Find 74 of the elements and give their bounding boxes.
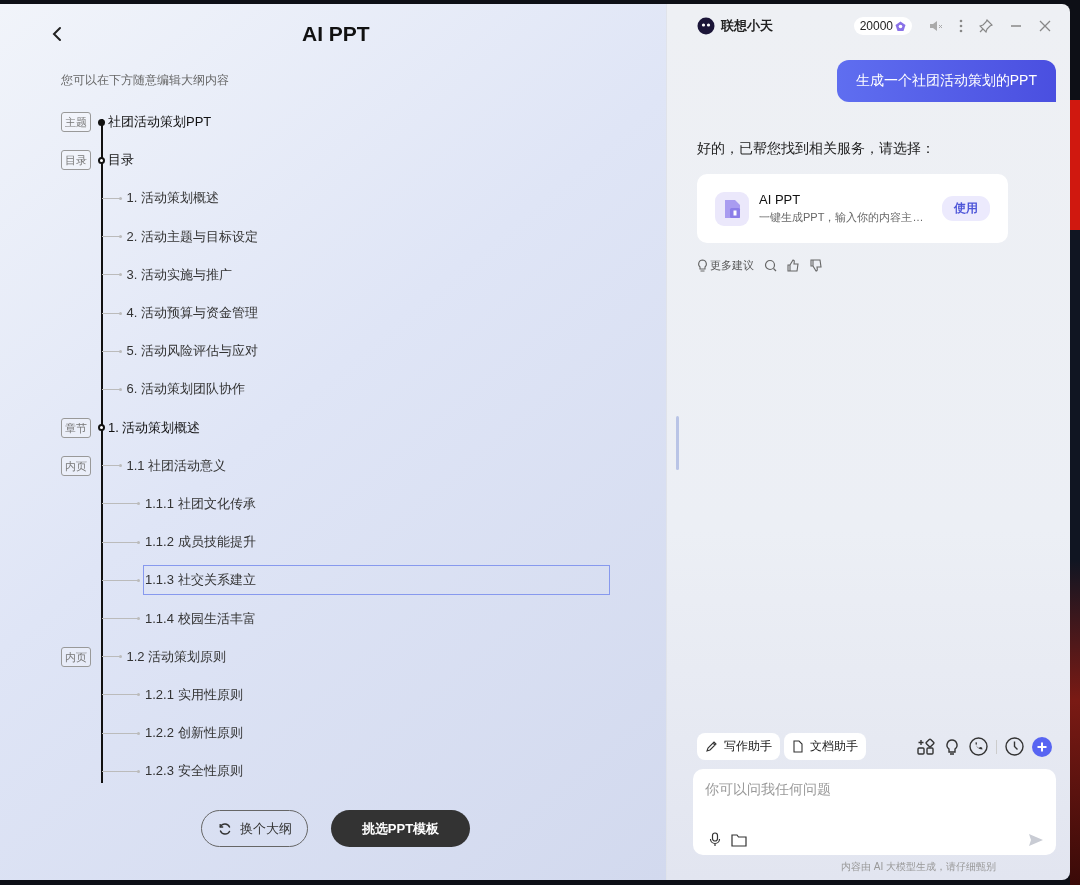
node-type-tag: 内页: [61, 646, 91, 667]
outline-item[interactable]: 4. 活动预算与资金管理: [124, 298, 260, 329]
user-message: 生成一个社团活动策划的PPT: [836, 60, 1056, 102]
outline-item[interactable]: 社团活动策划PPT: [106, 107, 214, 138]
branch-connector: [102, 618, 139, 620]
service-description: 一键生成PPT，输入你的内容主…: [759, 210, 925, 225]
lightbulb-icon: [697, 259, 708, 272]
more-icon[interactable]: [959, 19, 963, 33]
service-title: AI PPT: [759, 192, 802, 207]
choose-template-button[interactable]: 挑选PPT模板: [331, 810, 470, 848]
branch-connector: [102, 770, 139, 772]
branch-connector: [102, 732, 139, 734]
new-chat-icon[interactable]: [1032, 736, 1052, 757]
outline-item[interactable]: 1. 活动策划概述: [124, 183, 221, 214]
branch-connector: [102, 579, 139, 581]
outline-item[interactable]: 1.1.1 社团文化传承: [143, 488, 258, 519]
node-type-tag: 章节: [61, 417, 91, 438]
page-title: AI PPT: [302, 22, 370, 46]
search-icon[interactable]: [764, 259, 777, 272]
refresh-icon: [217, 821, 232, 836]
apps-icon[interactable]: [917, 737, 935, 756]
more-suggestions-button[interactable]: 更多建议: [697, 258, 754, 273]
credits-badge[interactable]: 20000: [853, 17, 912, 35]
outline-item[interactable]: 3. 活动实施与推广: [124, 259, 234, 290]
node-type-tag: 主题: [61, 112, 91, 133]
outline-item[interactable]: 1.1 社团活动意义: [124, 450, 229, 481]
panel-resize-handle[interactable]: [676, 416, 679, 470]
disclaimer-text: 内容由 AI 大模型生成，请仔细甄别: [840, 860, 997, 874]
thumbs-up-icon[interactable]: [787, 259, 800, 272]
node-type-tag: 目录: [61, 150, 91, 171]
branch-connector: [102, 388, 121, 390]
robot-logo-icon: [697, 17, 715, 35]
gem-icon: [895, 20, 906, 32]
branch-connector: [102, 541, 139, 543]
pin-icon[interactable]: [979, 19, 993, 33]
lightbulb-icon[interactable]: [943, 737, 961, 756]
outline-item[interactable]: 1.2.3 安全性原则: [143, 756, 245, 787]
outline-item[interactable]: 1. 活动策划概述: [106, 412, 203, 443]
branch-connector: [102, 312, 121, 314]
outline-item[interactable]: 1.2 活动策划原则: [124, 641, 229, 672]
branch-connector: [102, 197, 121, 199]
node-type-tag: 内页: [61, 455, 91, 476]
branch-connector: [102, 503, 139, 505]
ppt-file-icon: [715, 191, 749, 226]
outline-item[interactable]: 5. 活动风险评估与应对: [124, 336, 260, 367]
branch-connector: [102, 274, 121, 276]
outline-item[interactable]: 2. 活动主题与目标设定: [124, 221, 260, 252]
assistant-message: 好的，已帮您找到相关服务，请选择：: [697, 140, 936, 158]
outline-item[interactable]: 1.1.4 校园生活丰富: [143, 603, 258, 634]
assistant-tool-button[interactable]: 写作助手: [697, 733, 780, 760]
branch-connector: [102, 350, 121, 352]
chat-input-field[interactable]: 你可以问我任何问题: [705, 781, 1044, 797]
phone-icon[interactable]: [969, 737, 988, 756]
pen-icon: [705, 740, 718, 753]
microphone-icon[interactable]: [709, 832, 721, 847]
use-button[interactable]: 使用: [942, 196, 990, 221]
branch-connector: [102, 236, 121, 238]
outline-item[interactable]: 1.1.2 成员技能提升: [143, 527, 258, 558]
folder-icon[interactable]: [731, 832, 747, 847]
outline-item[interactable]: 6. 活动策划团队协作: [124, 374, 247, 405]
document-icon: [792, 740, 804, 753]
outline-item[interactable]: 1.1.3 社交关系建立: [143, 565, 610, 596]
branch-connector: [102, 694, 139, 696]
branch-connector: [102, 656, 121, 658]
outline-item[interactable]: 1.2.1 实用性原则: [143, 679, 245, 710]
outline-item[interactable]: 目录: [106, 145, 136, 176]
branch-connector: [102, 465, 121, 467]
assistant-name: 联想小天: [721, 17, 773, 35]
assistant-tool-button[interactable]: 文档助手: [784, 733, 866, 760]
clock-icon[interactable]: [1005, 737, 1024, 756]
thumbs-down-icon[interactable]: [810, 259, 823, 272]
outline-item[interactable]: 1.2.2 创新性原则: [143, 718, 245, 749]
close-icon[interactable]: [1039, 20, 1051, 32]
outline-hint: 您可以在下方随意编辑大纲内容: [61, 72, 230, 89]
